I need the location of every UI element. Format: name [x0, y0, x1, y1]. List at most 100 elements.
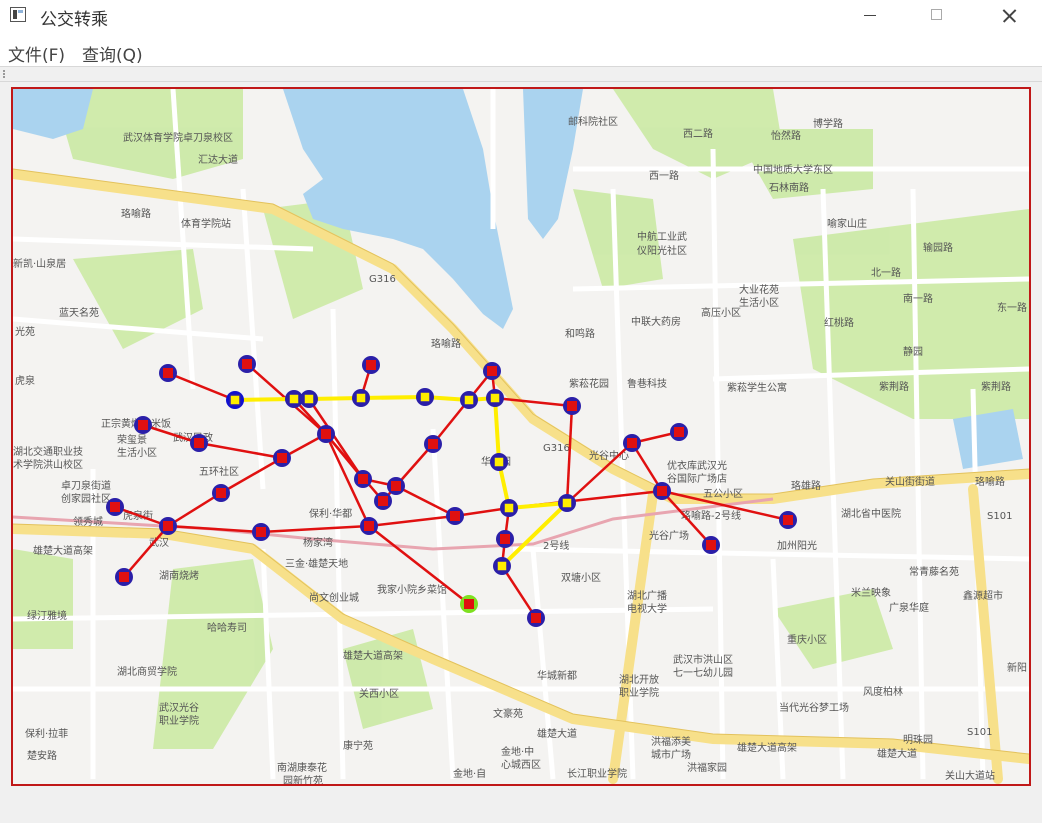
- map-label: 谷国际广场店: [667, 472, 727, 485]
- stop-marker[interactable]: [653, 482, 671, 500]
- map-label: 南湖康泰花: [277, 761, 327, 774]
- map-label: 五公小区: [703, 488, 743, 500]
- map-label: 关西小区: [359, 687, 399, 700]
- stop-marker[interactable]: [446, 507, 464, 525]
- map-label: 职业学院: [619, 686, 659, 699]
- map-label: 仪阳光社区: [637, 244, 687, 257]
- menu-query[interactable]: 查询(Q): [82, 41, 143, 66]
- stop-marker[interactable]: [352, 389, 370, 407]
- map-label: 常青藤名苑: [909, 565, 959, 578]
- map-label: 南一路: [903, 292, 933, 305]
- map-label: 洪福家园: [687, 761, 727, 774]
- start-stop-marker[interactable]: [226, 391, 244, 409]
- map-label: 鑫源超市: [963, 589, 1003, 602]
- map-label: 静园: [903, 345, 923, 358]
- stop-marker[interactable]: [779, 511, 797, 529]
- stop-marker[interactable]: [496, 530, 514, 548]
- map-label: 电视大学: [627, 602, 667, 615]
- map-label: 术学院洪山校区: [13, 458, 83, 471]
- stop-marker[interactable]: [374, 492, 392, 510]
- map-label: 武汉市洪山区: [673, 653, 733, 666]
- map-label: 心城西区: [501, 759, 541, 771]
- map-label: 体育学院站: [181, 217, 231, 230]
- stop-marker[interactable]: [159, 517, 177, 535]
- map-label: 关山大道站: [945, 769, 995, 782]
- map-label: 新凯·山泉居: [13, 257, 66, 270]
- stop-marker[interactable]: [134, 416, 152, 434]
- map-label: 金地·自: [453, 767, 486, 780]
- stop-marker[interactable]: [300, 390, 318, 408]
- map-label: 西一路: [649, 169, 679, 182]
- stop-marker[interactable]: [212, 484, 230, 502]
- stop-marker[interactable]: [483, 362, 501, 380]
- status-bar: [0, 790, 1042, 823]
- map-label: 新阳: [1007, 661, 1027, 674]
- map-view[interactable]: 邮科院社区 武汉体育学院卓刀泉校区 汇达大道 珞喻路 体育学院站 博学路 西二路 怡然路 中国地…: [11, 87, 1031, 786]
- map-label: 高压小区: [701, 306, 741, 319]
- map-label: 东一路: [997, 301, 1027, 314]
- title-bar: 公交转乘: [0, 0, 1042, 32]
- stop-marker[interactable]: [623, 434, 641, 452]
- map-label: 北一路: [871, 266, 901, 279]
- map-label: 荣玺景: [117, 433, 147, 446]
- stop-marker[interactable]: [416, 388, 434, 406]
- menu-bar: 文件(F) 查询(Q): [0, 32, 1042, 66]
- map-label: 2号线: [543, 539, 569, 552]
- stop-marker[interactable]: [486, 389, 504, 407]
- map-label: S101: [967, 727, 992, 738]
- map-label: 生活小区: [739, 296, 779, 309]
- stop-marker[interactable]: [670, 423, 688, 441]
- stop-marker[interactable]: [460, 391, 478, 409]
- window-title: 公交转乘: [40, 10, 108, 30]
- stop-marker[interactable]: [238, 355, 256, 373]
- map-label: 长江职业学院: [567, 767, 627, 780]
- map-label: 绿汀雅境: [27, 609, 67, 622]
- stop-marker[interactable]: [360, 517, 378, 535]
- stop-marker[interactable]: [493, 557, 511, 575]
- stop-marker[interactable]: [159, 364, 177, 382]
- stop-marker[interactable]: [252, 523, 270, 541]
- stop-marker[interactable]: [500, 499, 518, 517]
- map-label: 大业花苑: [739, 283, 779, 296]
- stop-marker[interactable]: [317, 425, 335, 443]
- stop-marker[interactable]: [115, 568, 133, 586]
- minimize-button[interactable]: [848, 0, 894, 32]
- stop-marker[interactable]: [424, 435, 442, 453]
- map-label: 光苑: [15, 325, 35, 338]
- map-label: 加州阳光: [777, 539, 817, 552]
- map-label: 洪福添美: [651, 735, 691, 748]
- map-label: 紫菘学生公寓: [727, 381, 787, 394]
- map-label: 雄楚大道: [537, 727, 577, 740]
- stop-marker[interactable]: [563, 397, 581, 415]
- map-label: 湖北商贸学院: [117, 665, 177, 678]
- stop-marker[interactable]: [354, 470, 372, 488]
- map-canvas[interactable]: 邮科院社区武汉体育学院卓刀泉校区汇达大道珞喻路体育学院站博学路西二路 怡然路中国地…: [13, 89, 1029, 784]
- stop-marker[interactable]: [558, 494, 576, 512]
- close-button[interactable]: [985, 0, 1031, 32]
- maximize-button[interactable]: [914, 0, 960, 32]
- toolbar-grip-handle[interactable]: [3, 70, 7, 78]
- stop-marker[interactable]: [387, 477, 405, 495]
- stop-marker[interactable]: [362, 356, 380, 374]
- stop-marker[interactable]: [190, 434, 208, 452]
- stop-marker[interactable]: [702, 536, 720, 554]
- menu-file[interactable]: 文件(F): [8, 41, 65, 66]
- map-label: 金地·中: [501, 745, 534, 758]
- end-stop-marker[interactable]: [460, 595, 478, 613]
- map-label: G316: [369, 274, 396, 285]
- map-label: 中联大药房: [631, 315, 681, 328]
- stop-marker[interactable]: [490, 453, 508, 471]
- map-label: 鲁巷科技: [627, 377, 667, 390]
- stop-marker[interactable]: [273, 449, 291, 467]
- stop-marker[interactable]: [527, 609, 545, 627]
- map-label: 湖北交通职业技: [13, 445, 83, 458]
- map-label: 创家园社区: [61, 492, 111, 505]
- map-label: 湖北省中医院: [841, 507, 901, 520]
- map-label: 生活小区: [117, 446, 157, 459]
- map-label: 喻家山庄: [827, 217, 867, 230]
- map-label: 康宁苑: [343, 739, 373, 752]
- stop-marker[interactable]: [106, 498, 124, 516]
- map-label: 红桃路: [824, 316, 854, 329]
- map-label: 三金·雄楚天地: [285, 557, 348, 570]
- map-label: 哈哈寿司: [207, 621, 247, 634]
